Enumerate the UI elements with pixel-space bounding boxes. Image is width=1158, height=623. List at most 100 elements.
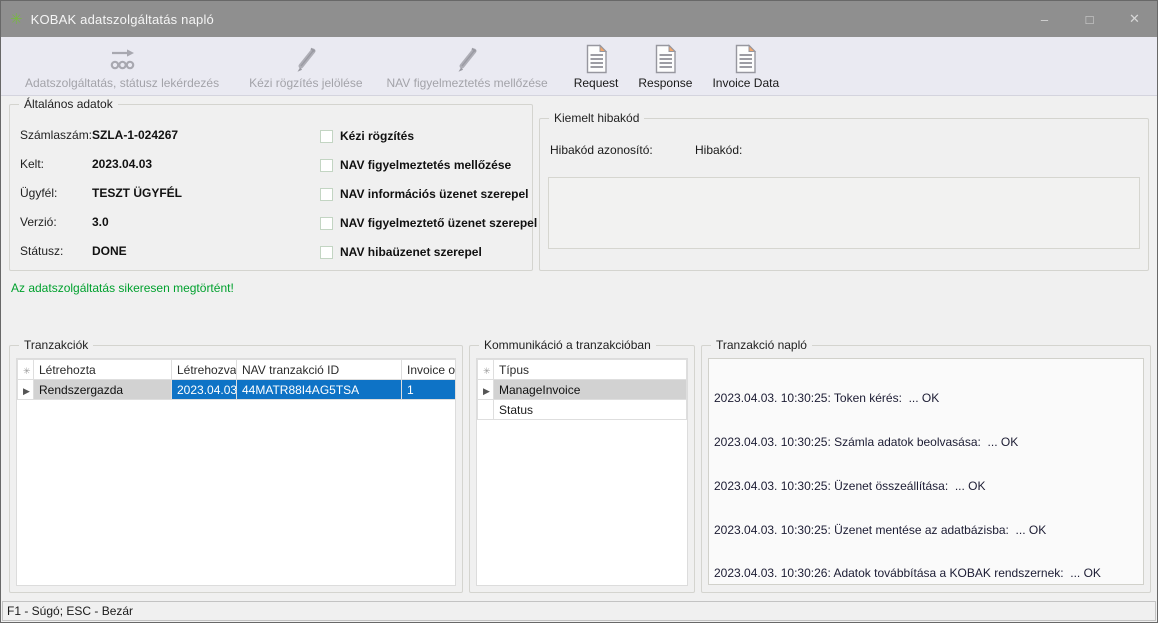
document-icon [585,44,608,74]
column-header-letrehozta[interactable]: Létrehozta [34,360,172,380]
row-indicator-cell [478,400,494,420]
cell-letrehozta[interactable]: Rendszergazda [34,380,172,400]
toolbar-button-label: Response [638,76,692,90]
transactions-grid: ✳ Létrehozta Létrehozva NAV tranzakció I… [16,358,456,586]
field-value-statusz: DONE [92,244,127,258]
maximize-icon: □ [1086,12,1094,27]
groupbox-title: Tranzakciók [19,338,93,352]
document-icon [654,44,677,74]
field-label-verzio: Verzió: [20,215,92,229]
window-title: KOBAK adatszolgáltatás napló [31,12,214,27]
toolbar-button-label: Adatszolgáltatás, státusz lekérdezés [25,76,219,90]
communication-grid: ✳ Típus ▶ ManageInvoice Status [476,358,688,586]
log-line: 2023.04.03. 10:30:26: Adatok továbbítása… [714,566,1138,581]
checkbox-box[interactable] [320,159,333,172]
transactions-groupbox: Tranzakciók ✳ Létrehozta Létrehozva NAV … [9,345,463,593]
grid-corner-cell[interactable]: ✳ [478,360,494,380]
toolbar: Adatszolgáltatás, státusz lekérdezés Kéz… [1,37,1157,96]
field-label-kelt: Kelt: [20,157,92,171]
window-controls: – □ ✕ [1022,1,1157,37]
error-memo[interactable] [548,177,1140,249]
field-value-ugyfel: TESZT ÜGYFÉL [92,186,182,200]
transactions-table: ✳ Létrehozta Létrehozva NAV tranzakció I… [17,359,456,400]
status-query-icon [104,44,140,74]
app-window: ✳ KOBAK adatszolgáltatás napló – □ ✕ Ada… [0,0,1158,623]
close-icon: ✕ [1129,11,1140,27]
checkbox-nav-hibauzenet[interactable]: NAV hibaüzenet szerepel [320,245,482,259]
toolbar-button-manual-entry[interactable]: Kézi rögzítés jelölése [241,41,370,92]
checkbox-nav-figyelmeztetes-mellozese[interactable]: NAV figyelmeztetés mellőzése [320,158,511,172]
status-bar-text: F1 - Súgó; ESC - Bezár [7,604,133,618]
maximize-button[interactable]: □ [1067,1,1112,37]
minimize-button[interactable]: – [1022,1,1067,37]
checkbox-box[interactable] [320,188,333,201]
column-header-invoice-op[interactable]: Invoice op [402,360,457,380]
checkbox-box[interactable] [320,246,333,259]
toolbar-button-label: NAV figyelmeztetés mellőzése [387,76,548,90]
cell-letrehozva[interactable]: 2023.04.03 [172,380,237,400]
field-label-statusz: Státusz: [20,244,92,258]
groupbox-title: Tranzakció napló [711,338,812,352]
cell-nav-tranzakcio-id[interactable]: 44MATR88I4AG5TSA [237,380,402,400]
field-value-szamlaszam: SZLA-1-024267 [92,128,178,142]
field-value-verzio: 3.0 [92,215,109,229]
minimize-icon: – [1041,12,1048,27]
toolbar-button-ignore-warning[interactable]: NAV figyelmeztetés mellőzése [379,41,556,92]
cell-tipus[interactable]: Status [494,400,687,420]
checkbox-box[interactable] [320,130,333,143]
success-message: Az adatszolgáltatás sikeresen megtörtént… [11,281,234,295]
table-row[interactable]: Status [478,400,687,420]
general-data-groupbox: Általános adatok Számlaszám:SZLA-1-02426… [9,104,533,271]
toolbar-button-status-query[interactable]: Adatszolgáltatás, státusz lekérdezés [17,41,227,92]
log-line: 2023.04.03. 10:30:25: Üzenet mentése az … [714,523,1138,538]
table-header-row: ✳ Típus [478,360,687,380]
field-value-kelt: 2023.04.03 [92,157,152,171]
row-indicator-cell: ▶ [18,380,34,400]
row-marker-icon: ▶ [23,386,30,396]
error-id-label: Hibakód azonosító: [550,143,695,157]
checkbox-label: NAV hibaüzenet szerepel [340,245,482,259]
row-marker-icon: ▶ [483,386,490,396]
grid-corner-cell[interactable]: ✳ [18,360,34,380]
row-indicator-cell: ▶ [478,380,494,400]
pencil-icon [452,44,482,74]
table-row[interactable]: ▶ ManageInvoice [478,380,687,400]
communication-groupbox: Kommunikáció a tranzakcióban ✳ Típus ▶ M… [469,345,695,593]
app-logo-icon: ✳ [10,12,23,27]
groupbox-title: Kommunikáció a tranzakcióban [479,338,656,352]
error-code-label: Hibakód: [695,143,742,157]
column-header-nav-tranzakcio-id[interactable]: NAV tranzakció ID [237,360,402,380]
toolbar-button-label: Invoice Data [712,76,779,90]
checkbox-nav-figyelmezteto-uzenet[interactable]: NAV figyelmeztető üzenet szerepel [320,216,537,230]
document-icon [734,44,757,74]
transaction-log-memo[interactable]: 2023.04.03. 10:30:25: Token kérés: ... O… [708,358,1144,585]
toolbar-button-response[interactable]: Response [630,41,700,92]
checkbox-kezi-rogzites[interactable]: Kézi rögzítés [320,129,414,143]
pencil-icon [291,44,321,74]
log-line: 2023.04.03. 10:30:25: Üzenet összeállítá… [714,479,1138,494]
column-header-letrehozva[interactable]: Létrehozva [172,360,237,380]
checkbox-nav-informacios-uzenet[interactable]: NAV információs üzenet szerepel [320,187,529,201]
checkbox-label: NAV figyelmeztető üzenet szerepel [340,216,537,230]
communication-table: ✳ Típus ▶ ManageInvoice Status [477,359,687,420]
checkbox-label: Kézi rögzítés [340,129,414,143]
table-row[interactable]: ▶ Rendszergazda 2023.04.03 44MATR88I4AG5… [18,380,457,400]
column-header-tipus[interactable]: Típus [494,360,687,380]
groupbox-title: Általános adatok [19,97,118,111]
transaction-log-groupbox: Tranzakció napló 2023.04.03. 10:30:25: T… [701,345,1151,593]
cell-invoice-op[interactable]: 1 [402,380,457,400]
groupbox-title: Kiemelt hibakód [549,111,644,125]
toolbar-button-request[interactable]: Request [566,41,627,92]
cell-tipus[interactable]: ManageInvoice [494,380,687,400]
toolbar-button-invoice-data[interactable]: Invoice Data [704,41,787,92]
toolbar-button-label: Request [574,76,619,90]
toolbar-button-label: Kézi rögzítés jelölése [249,76,362,90]
asterisk-icon: ✳ [483,366,491,376]
field-label-szamlaszam: Számlaszám: [20,128,92,142]
field-label-ugyfel: Ügyfél: [20,186,92,200]
log-line: 2023.04.03. 10:30:25: Token kérés: ... O… [714,391,1138,406]
asterisk-icon: ✳ [23,366,31,376]
close-button[interactable]: ✕ [1112,1,1157,37]
title-bar: ✳ KOBAK adatszolgáltatás napló – □ ✕ [1,1,1157,37]
checkbox-box[interactable] [320,217,333,230]
